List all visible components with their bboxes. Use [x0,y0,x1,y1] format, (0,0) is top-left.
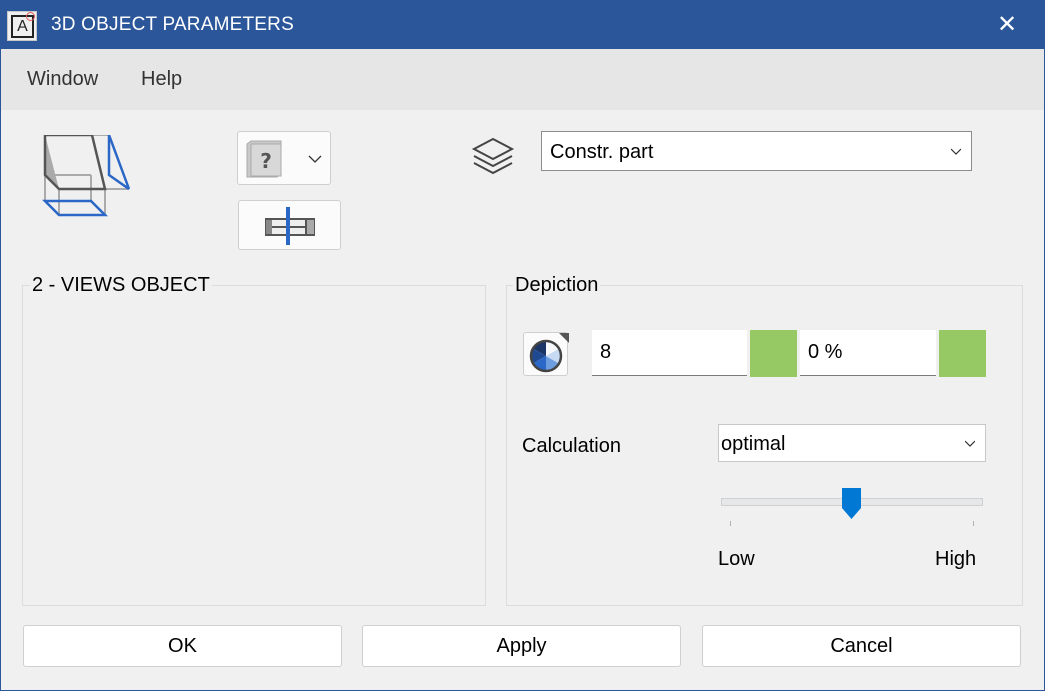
chevron-down-icon [965,440,975,447]
views-object-title: 2 - VIEWS OBJECT [30,274,212,297]
question-mark: ? [260,149,272,173]
object-type-dropdown[interactable]: ? [237,131,331,185]
layer-select[interactable]: Constr. part [541,131,972,171]
unknown-object-icon: ? [246,140,282,178]
calculation-select-value: optimal [721,433,786,455]
object-preview-icon [41,135,131,217]
menu-help[interactable]: Help [141,68,182,91]
app-icon: A [7,11,37,41]
close-button[interactable]: ✕ [986,7,1028,41]
slider-tick-min [730,521,731,526]
calculation-select[interactable]: optimal [718,424,986,462]
quality-slider-thumb[interactable] [842,488,861,520]
slider-tick-max [973,521,974,526]
dialog-window: A 3D OBJECT PARAMETERS ✕ Window Help ? C… [0,0,1045,691]
app-icon-badge [26,12,35,21]
ok-button[interactable]: OK [23,625,342,667]
cancel-button[interactable]: Cancel [702,625,1021,667]
menu-window[interactable]: Window [27,68,98,91]
menu-bar: Window Help [1,49,1044,110]
section-plane-button[interactable] [238,200,341,250]
slider-max-label: High [935,548,977,570]
chevron-down-icon [308,155,322,163]
depiction-color-button[interactable] [523,332,569,376]
slider-min-label: Low [718,548,755,570]
window-title: 3D OBJECT PARAMETERS [51,14,294,35]
layers-icon [471,137,515,175]
depiction-color-swatch-1[interactable] [750,330,797,377]
depiction-color-swatch-2[interactable] [939,330,986,377]
apply-button[interactable]: Apply [362,625,681,667]
transparency-input[interactable]: 0 % [800,330,936,376]
views-object-group [22,285,486,606]
close-icon: ✕ [996,10,1018,38]
section-plane-icon [265,207,315,245]
depiction-title: Depiction [513,274,601,297]
chevron-down-icon [951,148,961,155]
layer-select-value: Constr. part [550,141,654,163]
color-wheel-icon [529,333,569,373]
title-bar: A 3D OBJECT PARAMETERS ✕ [1,1,1044,49]
depiction-value-input[interactable]: 8 [592,330,747,376]
calculation-label: Calculation [522,435,621,457]
